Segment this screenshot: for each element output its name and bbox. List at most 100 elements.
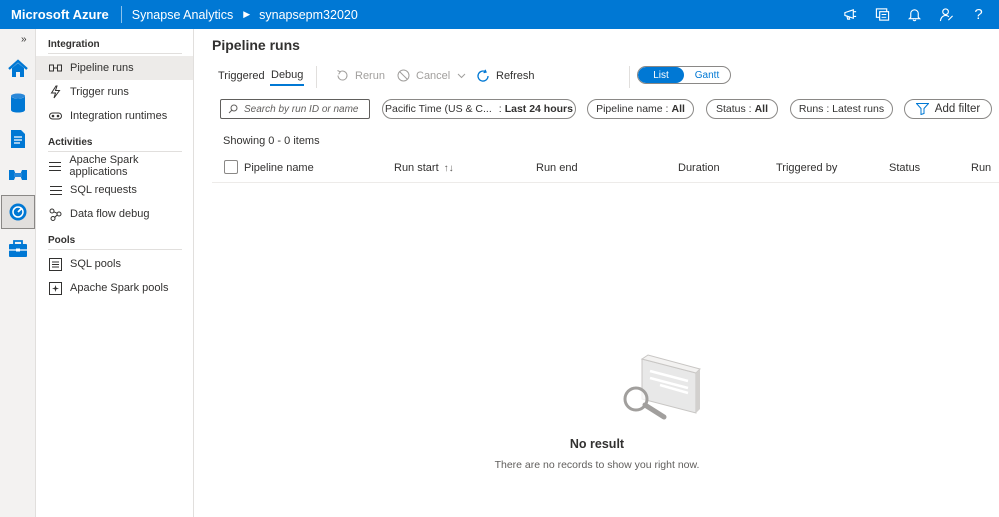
page-title: Pipeline runs xyxy=(212,37,300,53)
gantt-view-button[interactable]: Gantt xyxy=(684,67,730,83)
sidebar-item-pipeline-runs[interactable]: Pipeline runs xyxy=(36,56,193,80)
divider xyxy=(629,66,630,88)
sort-icon[interactable]: ↑↓ xyxy=(444,163,454,174)
divider xyxy=(48,249,182,250)
runtime-icon xyxy=(49,110,62,123)
column-header-run[interactable]: Run xyxy=(971,162,991,174)
pipeline-icon xyxy=(49,62,62,75)
section-heading-activities: Activities xyxy=(48,137,93,148)
spark-pool-icon xyxy=(49,281,62,295)
refresh-button[interactable]: Refresh xyxy=(476,69,535,83)
status-label: Status : xyxy=(715,103,752,115)
column-header-run-start[interactable]: Run start ↑↓ xyxy=(394,162,454,174)
divider xyxy=(48,53,182,54)
section-heading-pools: Pools xyxy=(48,235,76,246)
expand-rail-icon[interactable]: » xyxy=(21,34,27,45)
sidebar-item-apache-spark-applications[interactable]: Apache Spark applications xyxy=(36,154,193,178)
side-nav: Integration Pipeline runs Trigger runs I… xyxy=(36,29,194,517)
empty-state-subtitle: There are no records to show you right n… xyxy=(494,459,700,471)
tab-triggered[interactable]: Triggered xyxy=(218,70,265,82)
add-filter-button[interactable]: Add filter xyxy=(904,99,992,119)
chevron-right-icon: ▶ xyxy=(243,9,251,19)
results-count: Showing 0 - 0 items xyxy=(223,135,320,147)
search-input[interactable]: Search by run ID or name xyxy=(220,99,370,119)
rerun-label: Rerun xyxy=(355,69,385,82)
rerun-button[interactable]: Rerun xyxy=(336,69,385,82)
settings-icon[interactable] xyxy=(938,6,955,23)
breadcrumb: Synapse Analytics ▶ synapsepm32020 xyxy=(122,8,358,22)
sidebar-item-label: Data flow debug xyxy=(70,208,150,220)
search-placeholder: Search by run ID or name xyxy=(244,103,359,115)
status-filter[interactable]: Status : All xyxy=(706,99,778,119)
rerun-icon xyxy=(337,70,348,81)
main-content: Pipeline runs Triggered Debug Rerun Canc… xyxy=(195,29,999,517)
breadcrumb-service[interactable]: Synapse Analytics xyxy=(132,8,233,22)
sidebar-item-apache-spark-pools[interactable]: Apache Spark pools xyxy=(36,276,193,300)
home-icon[interactable] xyxy=(4,55,32,83)
filter-icon xyxy=(915,103,929,115)
divider xyxy=(316,66,317,88)
column-header-run-end[interactable]: Run end xyxy=(536,162,578,174)
brand-link[interactable]: Microsoft Azure xyxy=(0,6,122,23)
breadcrumb-workspace[interactable]: synapsepm32020 xyxy=(259,8,358,22)
sidebar-item-sql-pools[interactable]: SQL pools xyxy=(36,252,193,276)
table-header: Pipeline name Run start ↑↓ Run end Durati… xyxy=(212,155,999,183)
data-flow-icon xyxy=(49,208,62,221)
list-icon xyxy=(49,184,62,197)
time-zone-label: Pacific Time (US & C... xyxy=(385,103,492,115)
column-header-pipeline-name[interactable]: Pipeline name xyxy=(244,162,314,174)
sidebar-item-sql-requests[interactable]: SQL requests xyxy=(36,178,193,202)
tab-debug[interactable]: Debug xyxy=(269,69,305,86)
cancel-label: Cancel xyxy=(416,69,451,82)
top-bar: Microsoft Azure Synapse Analytics ▶ syna… xyxy=(0,0,999,29)
no-results-illustration-icon xyxy=(623,354,701,420)
data-icon[interactable] xyxy=(4,89,32,117)
pipeline-name-value: All xyxy=(671,103,685,115)
pipeline-name-label: Pipeline name : xyxy=(596,103,669,115)
refresh-label: Refresh xyxy=(496,70,535,82)
sql-pool-icon xyxy=(49,257,62,271)
time-range-value: Last 24 hours xyxy=(504,103,573,115)
manage-icon[interactable] xyxy=(4,235,32,263)
top-icons: ? xyxy=(842,0,987,29)
search-icon xyxy=(228,104,238,114)
sidebar-item-label: Apache Spark pools xyxy=(70,282,169,294)
refresh-icon xyxy=(477,69,489,82)
sidebar-item-integration-runtimes[interactable]: Integration runtimes xyxy=(36,104,193,128)
runs-label: Runs : Latest runs xyxy=(798,103,885,115)
pipeline-name-filter[interactable]: Pipeline name : All xyxy=(587,99,694,119)
help-icon[interactable]: ? xyxy=(970,6,987,23)
section-heading-integration: Integration xyxy=(48,39,100,50)
chevron-down-icon xyxy=(457,73,466,78)
status-value: All xyxy=(754,103,769,115)
develop-icon[interactable] xyxy=(4,125,32,153)
sidebar-item-label: SQL requests xyxy=(70,184,137,196)
sidebar-item-data-flow-debug[interactable]: Data flow debug xyxy=(36,202,193,226)
lightning-icon xyxy=(49,85,62,99)
sidebar-item-label: Integration runtimes xyxy=(70,110,168,122)
column-header-triggered-by[interactable]: Triggered by xyxy=(776,162,837,174)
runs-filter[interactable]: Runs : Latest runs xyxy=(790,99,893,119)
time-range-filter[interactable]: Pacific Time (US & C... : Last 24 hours xyxy=(382,99,576,119)
column-header-status[interactable]: Status xyxy=(889,162,920,174)
notifications-icon[interactable] xyxy=(906,6,923,23)
select-all-checkbox[interactable] xyxy=(224,160,238,174)
sidebar-item-label: Pipeline runs xyxy=(70,62,134,74)
cancel-icon xyxy=(397,69,410,82)
sidebar-item-label: SQL pools xyxy=(70,258,121,270)
add-filter-label: Add filter xyxy=(934,103,981,115)
column-header-duration[interactable]: Duration xyxy=(678,162,720,174)
feedback-icon[interactable] xyxy=(842,6,859,23)
sidebar-item-label: Trigger runs xyxy=(70,86,129,98)
monitor-icon[interactable] xyxy=(1,195,35,229)
view-toggle: List Gantt xyxy=(637,66,731,84)
empty-state-title: No result xyxy=(569,437,625,451)
sidebar-item-trigger-runs[interactable]: Trigger runs xyxy=(36,80,193,104)
list-view-button[interactable]: List xyxy=(638,67,684,83)
integrate-icon[interactable] xyxy=(4,161,32,189)
divider xyxy=(48,151,182,152)
list-icon xyxy=(49,160,62,173)
directory-icon[interactable] xyxy=(874,6,891,23)
sidebar-item-label: Apache Spark applications xyxy=(69,154,139,178)
cancel-button[interactable]: Cancel xyxy=(397,69,472,82)
